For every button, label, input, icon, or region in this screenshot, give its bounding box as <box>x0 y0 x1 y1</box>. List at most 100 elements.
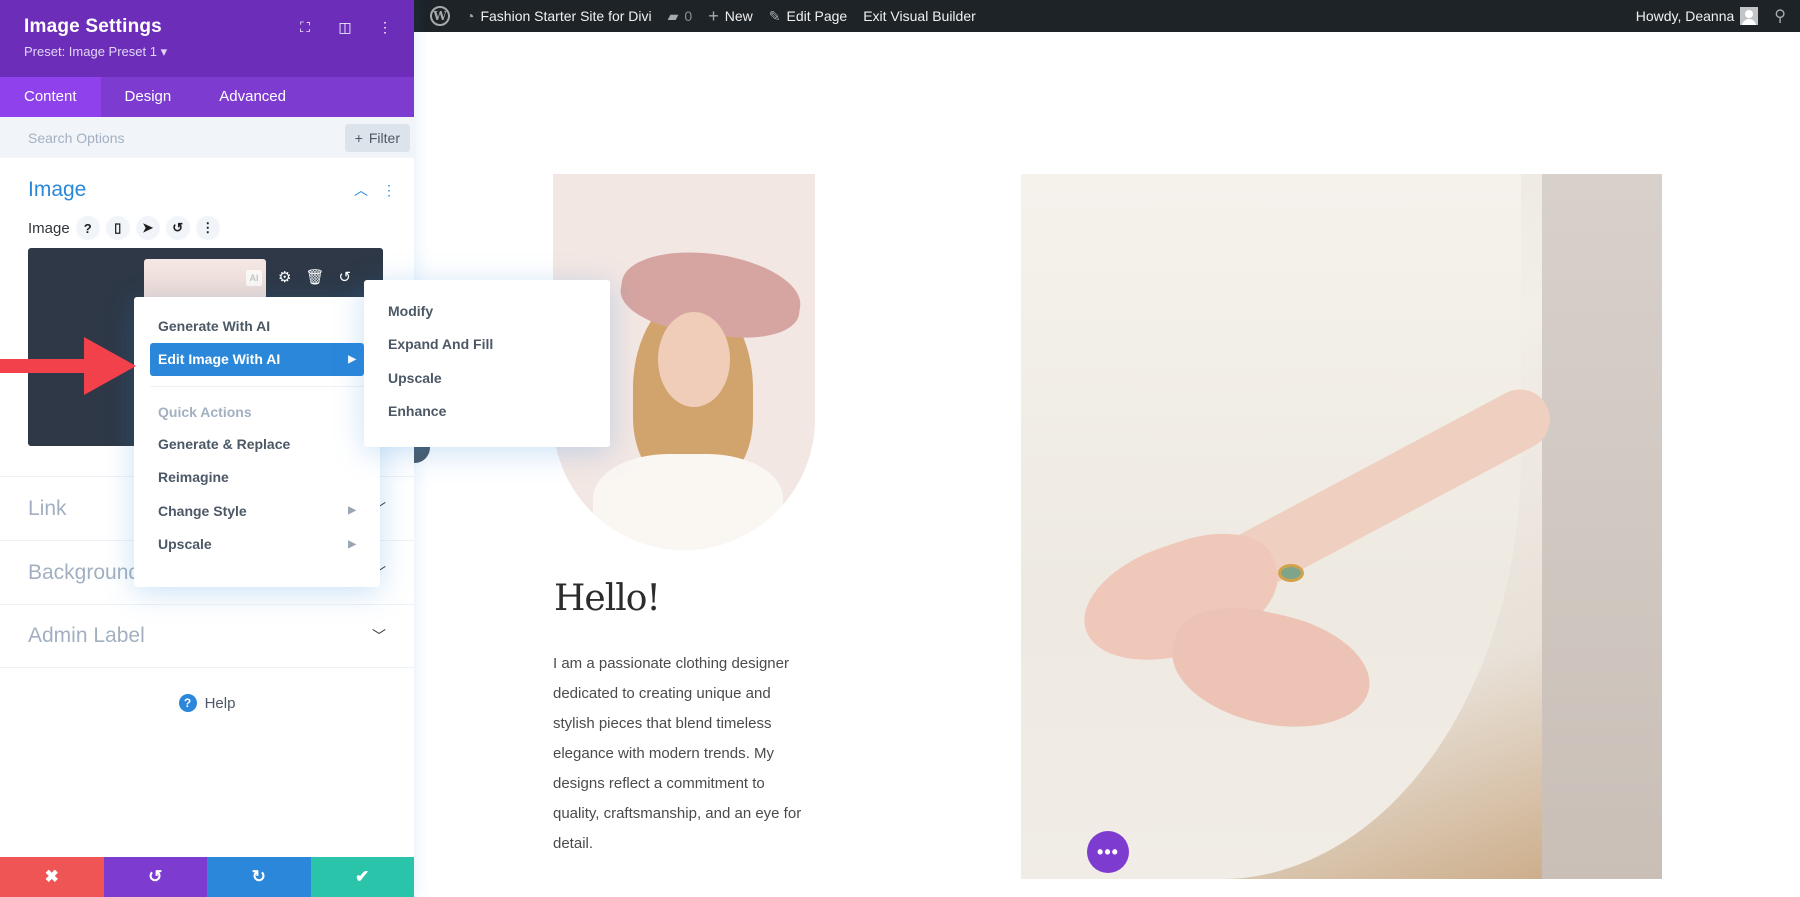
section-label: Link <box>28 496 67 520</box>
wp-logo-menu[interactable]: W <box>414 0 458 32</box>
tab-content[interactable]: Content <box>0 77 101 117</box>
caret-right-icon: ▶ <box>348 505 356 517</box>
submenu-item-upscale[interactable]: Upscale <box>380 361 594 395</box>
close-icon: ✖ <box>44 867 59 886</box>
site-name-link[interactable]: ◔ Fashion Starter Site for Divi <box>458 0 660 32</box>
search-options-input[interactable] <box>28 129 345 146</box>
user-greeting: Howdy, Deanna <box>1635 8 1735 24</box>
menu-item-label: Upscale <box>388 369 442 386</box>
section-settings-button[interactable]: ••• <box>1087 831 1129 873</box>
wp-admin-bar: W ◔ Fashion Starter Site for Divi ▰ 0 + … <box>414 0 1800 32</box>
menu-item-generate-with-ai[interactable]: Generate With AI <box>150 309 364 343</box>
more-vertical-icon[interactable]: ⋮ <box>382 182 396 199</box>
undo-icon: ↺ <box>148 867 163 886</box>
submenu-item-enhance[interactable]: Enhance <box>380 395 594 429</box>
menu-item-label: Generate & Replace <box>158 435 291 452</box>
menu-divider <box>150 386 364 387</box>
search-options-row: + Filter <box>0 117 414 158</box>
menu-item-label: Reimagine <box>158 469 229 486</box>
dashboard-icon: ◔ <box>466 8 475 24</box>
pencil-icon: ✎ <box>768 7 781 24</box>
save-button[interactable]: ✔ <box>310 857 414 897</box>
preset-selector[interactable]: Preset: Image Preset 1 ▾ <box>24 44 390 60</box>
sidebar-toggle-icon[interactable]: ◫ <box>336 18 354 36</box>
check-icon: ✔ <box>355 867 370 886</box>
site-name: Fashion Starter Site for Divi <box>480 8 652 24</box>
ai-icon[interactable]: AI <box>246 270 262 286</box>
more-vertical-icon[interactable]: ⋮ <box>376 18 394 36</box>
comments-link[interactable]: ▰ 0 <box>660 0 701 32</box>
undo-button[interactable]: ↺ <box>103 857 207 897</box>
trash-icon[interactable]: 🗑 <box>305 268 324 286</box>
tab-advanced[interactable]: Advanced <box>195 77 310 117</box>
chevron-down-icon: ﹀ <box>372 628 386 644</box>
hands-photo[interactable] <box>1021 174 1662 879</box>
ai-context-menu: Generate With AI Edit Image With AI ▶ Qu… <box>134 297 380 587</box>
help-question-icon[interactable]: ? <box>75 216 100 240</box>
avatar <box>1740 7 1759 25</box>
portrait-face <box>658 312 730 407</box>
section-admin-label[interactable]: Admin Label ﹀ <box>0 604 414 668</box>
menu-item-change-style[interactable]: Change Style ▶ <box>150 494 364 528</box>
reset-icon[interactable]: ↺ <box>339 268 352 286</box>
exit-visual-builder-link[interactable]: Exit Visual Builder <box>855 0 984 32</box>
new-content-link[interactable]: + New <box>700 0 761 32</box>
reset-icon[interactable]: ↺ <box>165 216 190 240</box>
chevron-up-icon[interactable]: ︿ <box>354 180 368 200</box>
cancel-button[interactable]: ✖ <box>0 857 104 897</box>
user-account-menu[interactable]: Howdy, Deanna <box>1628 0 1767 32</box>
edit-image-submenu: Modify Expand And Fill Upscale Enhance <box>364 280 610 447</box>
filter-button[interactable]: + Filter <box>344 123 410 152</box>
menu-item-reimagine[interactable]: Reimagine <box>150 461 364 495</box>
more-vertical-icon[interactable]: ⋮ <box>195 216 220 240</box>
expand-icon[interactable]: ⛶ <box>296 18 314 36</box>
help-link[interactable]: ? Help <box>0 694 414 712</box>
panel-header: Image Settings Preset: Image Preset 1 ▾ … <box>0 0 414 77</box>
edit-page-label: Edit Page <box>786 8 848 24</box>
gear-icon[interactable]: ⚙ <box>278 268 291 286</box>
plus-icon: + <box>708 5 719 26</box>
page-heading: Hello! <box>554 578 661 619</box>
tab-design[interactable]: Design <box>101 77 196 117</box>
plus-icon: + <box>354 129 363 146</box>
redo-button[interactable]: ↻ <box>207 857 311 897</box>
hover-cursor-icon[interactable]: ➤ <box>135 216 160 240</box>
edit-page-link[interactable]: ✎ Edit Page <box>761 0 855 32</box>
wordpress-icon: W <box>430 6 450 26</box>
search-icon: ⚲ <box>1774 8 1786 25</box>
search-button[interactable]: ⚲ <box>1766 0 1800 32</box>
menu-item-label: Edit Image With AI <box>158 351 281 368</box>
page-bio-text: I am a passionate clothing designer dedi… <box>553 655 802 852</box>
annotation-arrow-icon <box>0 337 136 395</box>
menu-item-label: Enhance <box>388 403 447 420</box>
divi-visual-builder: W ◔ Fashion Starter Site for Divi ▰ 0 + … <box>0 0 1800 897</box>
section-label: Background <box>28 560 141 584</box>
field-label: Image <box>28 219 70 237</box>
panel-tabs: Content Design Advanced <box>0 77 414 117</box>
menu-item-generate-replace[interactable]: Generate & Replace <box>150 427 364 461</box>
photo-wall <box>1542 174 1662 879</box>
redo-icon: ↻ <box>251 867 266 886</box>
caret-right-icon: ▶ <box>348 353 356 365</box>
more-horizontal-icon: ••• <box>1097 841 1119 862</box>
menu-item-label: Upscale <box>158 536 212 553</box>
section-title[interactable]: Image <box>28 178 86 202</box>
menu-item-label: Modify <box>388 302 434 319</box>
exit-builder-label: Exit Visual Builder <box>863 8 976 24</box>
menu-item-edit-image-with-ai[interactable]: Edit Image With AI ▶ <box>150 342 364 376</box>
menu-section-header: Quick Actions <box>158 404 252 420</box>
new-label: New <box>724 8 753 24</box>
panel-action-bar: ✖ ↺ ↻ ✔ <box>0 857 414 897</box>
caret-right-icon: ▶ <box>348 538 356 550</box>
help-label: Help <box>204 694 236 712</box>
menu-item-label: Expand And Fill <box>388 336 494 353</box>
section-label: Admin Label <box>28 624 145 647</box>
responsive-phone-icon[interactable]: ▯ <box>105 216 130 240</box>
submenu-item-modify[interactable]: Modify <box>380 294 594 328</box>
filter-label: Filter <box>368 129 400 146</box>
portrait-top <box>593 454 783 550</box>
menu-item-upscale[interactable]: Upscale ▶ <box>150 528 364 562</box>
photo-ring <box>1278 564 1304 582</box>
comment-icon: ▰ <box>667 7 679 24</box>
submenu-item-expand-and-fill[interactable]: Expand And Fill <box>380 328 594 362</box>
